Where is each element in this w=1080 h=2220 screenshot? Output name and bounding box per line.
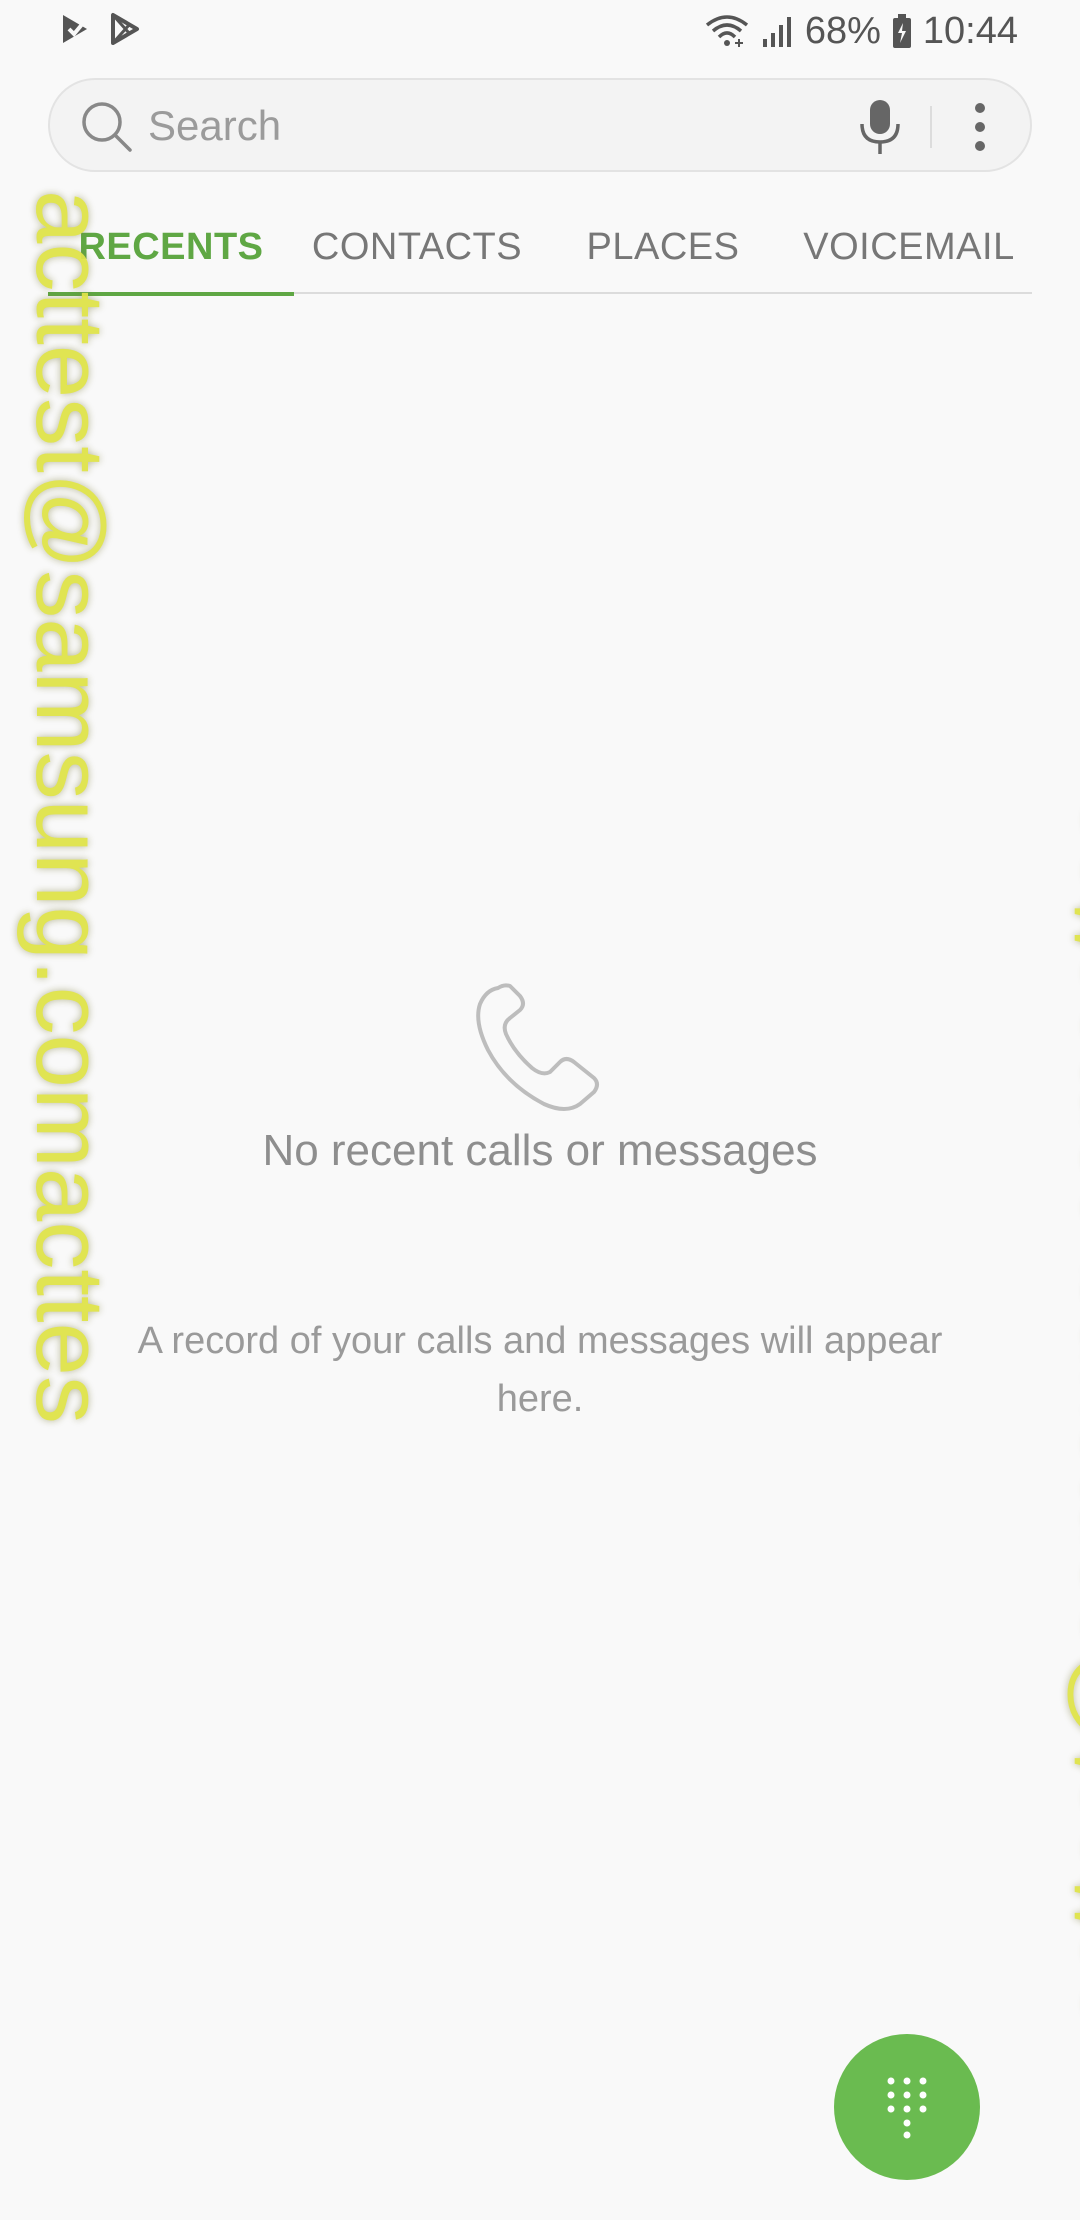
search-icon <box>82 102 132 152</box>
system-status: 68% 10:44 <box>705 8 1018 54</box>
dialpad-icon <box>887 2077 927 2139</box>
empty-state-description: A record of your calls and messages will… <box>137 1320 943 1420</box>
signal-icon <box>762 17 791 47</box>
tab-voicemail[interactable]: VOICEMAIL <box>786 200 1032 294</box>
battery-percent: 68% <box>804 10 881 52</box>
tab-contacts[interactable]: CONTACTS <box>294 200 540 294</box>
tab-places[interactable]: PLACES <box>540 200 786 294</box>
empty-state-title: No recent calls or messages <box>262 1126 818 1175</box>
search-input[interactable] <box>146 96 850 156</box>
tab-bar: RECENTS CONTACTS PLACES VOICEMAIL <box>48 200 1032 296</box>
search-divider <box>930 106 932 148</box>
search-bar[interactable] <box>48 78 1032 172</box>
more-options-icon[interactable] <box>970 98 990 156</box>
tab-label: VOICEMAIL <box>803 225 1015 268</box>
status-bar: 68% 10:44 <box>0 0 1080 62</box>
watermark-right: acttest@samsung.comacttes <box>1051 796 1080 2030</box>
play-store-check-icon <box>63 15 87 43</box>
dialpad-button[interactable] <box>834 2034 980 2180</box>
phone-icon <box>476 983 599 1111</box>
tab-label: CONTACTS <box>311 225 523 268</box>
microphone-icon[interactable] <box>858 98 902 156</box>
battery-icon <box>892 14 911 48</box>
watermark-left: acttest@samsung.comacttes <box>16 190 123 1424</box>
wifi-icon <box>705 15 748 47</box>
play-store-icon <box>111 13 139 45</box>
notification-icons <box>60 12 142 46</box>
tab-label: PLACES <box>586 225 740 268</box>
clock: 10:44 <box>922 10 1018 52</box>
